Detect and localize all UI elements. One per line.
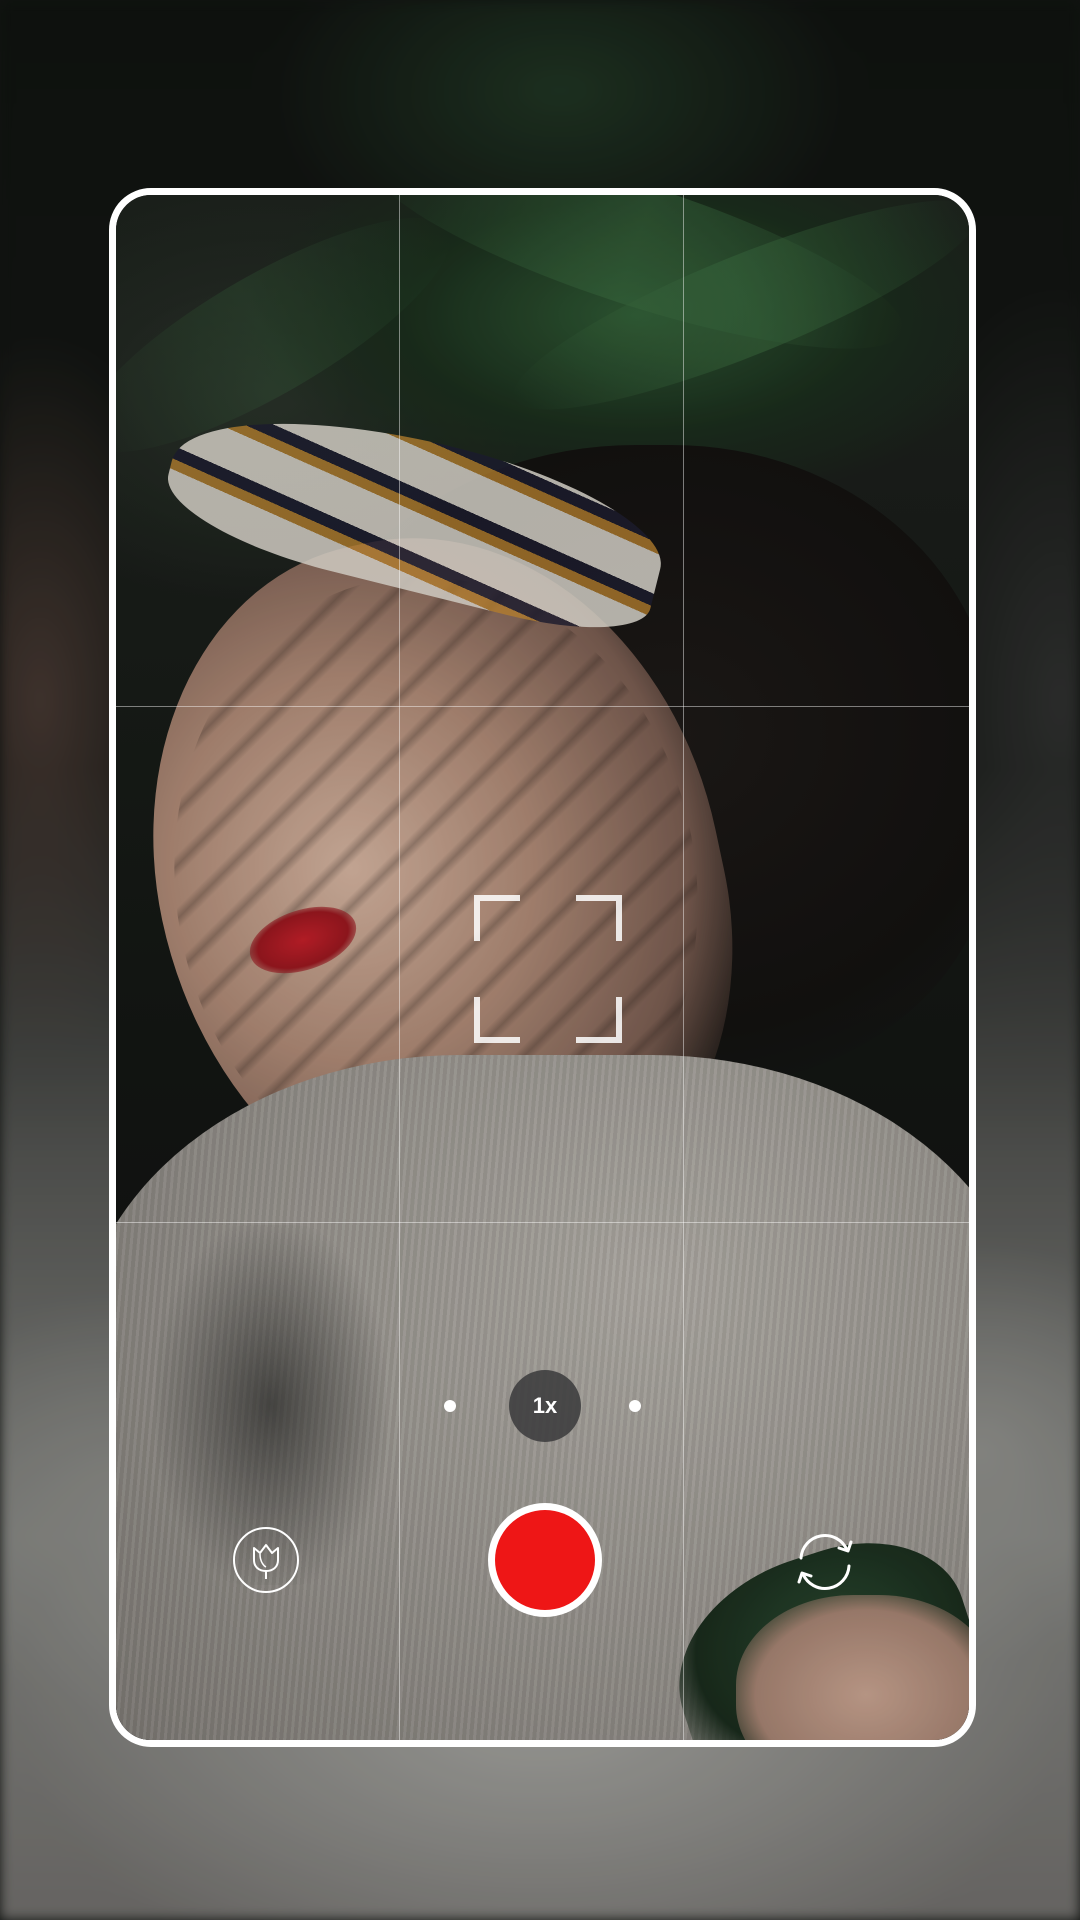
grid-line-vertical-1 [399, 195, 400, 1740]
focus-reticle [474, 895, 622, 1043]
zoom-option-dot-right[interactable] [629, 1400, 641, 1412]
zoom-level-button[interactable]: 1x [509, 1370, 581, 1442]
flip-camera-button[interactable] [788, 1525, 862, 1599]
camera-flip-icon [797, 1533, 853, 1591]
focus-corner-bottom-right [576, 997, 622, 1043]
focus-corner-top-right [576, 895, 622, 941]
camera-viewfinder[interactable]: 1x [109, 188, 976, 1747]
focus-corner-top-left [474, 895, 520, 941]
record-button-inner [495, 1510, 595, 1610]
grid-line-vertical-2 [683, 195, 684, 1740]
grid-line-horizontal-1 [116, 706, 969, 707]
tulip-icon [253, 1544, 279, 1579]
filter-button[interactable] [233, 1527, 299, 1593]
record-button[interactable] [488, 1503, 602, 1617]
grid-line-horizontal-2 [116, 1222, 969, 1223]
zoom-option-dot-left[interactable] [444, 1400, 456, 1412]
focus-corner-bottom-left [474, 997, 520, 1043]
